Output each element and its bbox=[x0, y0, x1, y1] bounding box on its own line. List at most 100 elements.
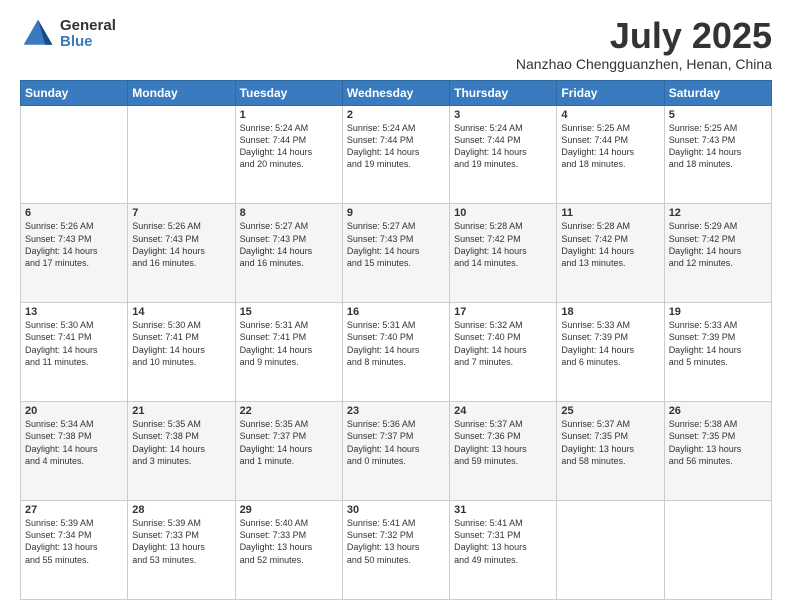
title-block: July 2025 Nanzhao Chengguanzhen, Henan, … bbox=[516, 16, 772, 72]
calendar-header-row: SundayMondayTuesdayWednesdayThursdayFrid… bbox=[21, 80, 772, 105]
cell-info: Sunrise: 5:35 AM Sunset: 7:37 PM Dayligh… bbox=[240, 418, 338, 467]
cell-info: Sunrise: 5:24 AM Sunset: 7:44 PM Dayligh… bbox=[347, 122, 445, 171]
calendar-table: SundayMondayTuesdayWednesdayThursdayFrid… bbox=[20, 80, 772, 600]
calendar-cell: 3Sunrise: 5:24 AM Sunset: 7:44 PM Daylig… bbox=[450, 105, 557, 204]
day-number: 19 bbox=[669, 306, 767, 318]
day-number: 24 bbox=[454, 405, 552, 417]
cell-info: Sunrise: 5:39 AM Sunset: 7:34 PM Dayligh… bbox=[25, 517, 123, 566]
day-number: 18 bbox=[561, 306, 659, 318]
calendar-cell bbox=[557, 501, 664, 600]
calendar-cell: 5Sunrise: 5:25 AM Sunset: 7:43 PM Daylig… bbox=[664, 105, 771, 204]
title-location: Nanzhao Chengguanzhen, Henan, China bbox=[516, 56, 772, 72]
calendar-cell: 31Sunrise: 5:41 AM Sunset: 7:31 PM Dayli… bbox=[450, 501, 557, 600]
day-number: 30 bbox=[347, 504, 445, 516]
day-number: 29 bbox=[240, 504, 338, 516]
cell-info: Sunrise: 5:30 AM Sunset: 7:41 PM Dayligh… bbox=[25, 319, 123, 368]
cell-info: Sunrise: 5:34 AM Sunset: 7:38 PM Dayligh… bbox=[25, 418, 123, 467]
calendar-cell: 23Sunrise: 5:36 AM Sunset: 7:37 PM Dayli… bbox=[342, 402, 449, 501]
day-number: 10 bbox=[454, 207, 552, 219]
calendar-cell: 16Sunrise: 5:31 AM Sunset: 7:40 PM Dayli… bbox=[342, 303, 449, 402]
day-number: 17 bbox=[454, 306, 552, 318]
cell-info: Sunrise: 5:25 AM Sunset: 7:43 PM Dayligh… bbox=[669, 122, 767, 171]
logo: General Blue bbox=[20, 16, 116, 52]
header: General Blue July 2025 Nanzhao Chengguan… bbox=[20, 16, 772, 72]
day-number: 5 bbox=[669, 109, 767, 121]
day-header-wednesday: Wednesday bbox=[342, 80, 449, 105]
cell-info: Sunrise: 5:41 AM Sunset: 7:31 PM Dayligh… bbox=[454, 517, 552, 566]
day-number: 9 bbox=[347, 207, 445, 219]
day-number: 4 bbox=[561, 109, 659, 121]
logo-blue: Blue bbox=[60, 34, 116, 51]
day-number: 2 bbox=[347, 109, 445, 121]
calendar-cell: 27Sunrise: 5:39 AM Sunset: 7:34 PM Dayli… bbox=[21, 501, 128, 600]
day-number: 7 bbox=[132, 207, 230, 219]
calendar-cell bbox=[21, 105, 128, 204]
calendar-cell: 7Sunrise: 5:26 AM Sunset: 7:43 PM Daylig… bbox=[128, 204, 235, 303]
calendar-cell: 9Sunrise: 5:27 AM Sunset: 7:43 PM Daylig… bbox=[342, 204, 449, 303]
cell-info: Sunrise: 5:38 AM Sunset: 7:35 PM Dayligh… bbox=[669, 418, 767, 467]
cell-info: Sunrise: 5:27 AM Sunset: 7:43 PM Dayligh… bbox=[347, 220, 445, 269]
cell-info: Sunrise: 5:29 AM Sunset: 7:42 PM Dayligh… bbox=[669, 220, 767, 269]
title-month: July 2025 bbox=[516, 16, 772, 56]
day-header-monday: Monday bbox=[128, 80, 235, 105]
calendar-cell: 12Sunrise: 5:29 AM Sunset: 7:42 PM Dayli… bbox=[664, 204, 771, 303]
cell-info: Sunrise: 5:28 AM Sunset: 7:42 PM Dayligh… bbox=[561, 220, 659, 269]
cell-info: Sunrise: 5:32 AM Sunset: 7:40 PM Dayligh… bbox=[454, 319, 552, 368]
day-number: 23 bbox=[347, 405, 445, 417]
calendar-row-3: 20Sunrise: 5:34 AM Sunset: 7:38 PM Dayli… bbox=[21, 402, 772, 501]
cell-info: Sunrise: 5:24 AM Sunset: 7:44 PM Dayligh… bbox=[454, 122, 552, 171]
cell-info: Sunrise: 5:33 AM Sunset: 7:39 PM Dayligh… bbox=[669, 319, 767, 368]
cell-info: Sunrise: 5:25 AM Sunset: 7:44 PM Dayligh… bbox=[561, 122, 659, 171]
day-number: 25 bbox=[561, 405, 659, 417]
calendar-cell: 25Sunrise: 5:37 AM Sunset: 7:35 PM Dayli… bbox=[557, 402, 664, 501]
calendar-cell: 20Sunrise: 5:34 AM Sunset: 7:38 PM Dayli… bbox=[21, 402, 128, 501]
cell-info: Sunrise: 5:37 AM Sunset: 7:36 PM Dayligh… bbox=[454, 418, 552, 467]
calendar-row-2: 13Sunrise: 5:30 AM Sunset: 7:41 PM Dayli… bbox=[21, 303, 772, 402]
calendar-cell bbox=[664, 501, 771, 600]
calendar-cell: 29Sunrise: 5:40 AM Sunset: 7:33 PM Dayli… bbox=[235, 501, 342, 600]
calendar-cell: 4Sunrise: 5:25 AM Sunset: 7:44 PM Daylig… bbox=[557, 105, 664, 204]
calendar-cell: 14Sunrise: 5:30 AM Sunset: 7:41 PM Dayli… bbox=[128, 303, 235, 402]
day-number: 26 bbox=[669, 405, 767, 417]
day-header-tuesday: Tuesday bbox=[235, 80, 342, 105]
calendar-cell: 24Sunrise: 5:37 AM Sunset: 7:36 PM Dayli… bbox=[450, 402, 557, 501]
cell-info: Sunrise: 5:33 AM Sunset: 7:39 PM Dayligh… bbox=[561, 319, 659, 368]
cell-info: Sunrise: 5:37 AM Sunset: 7:35 PM Dayligh… bbox=[561, 418, 659, 467]
cell-info: Sunrise: 5:26 AM Sunset: 7:43 PM Dayligh… bbox=[132, 220, 230, 269]
calendar-cell: 18Sunrise: 5:33 AM Sunset: 7:39 PM Dayli… bbox=[557, 303, 664, 402]
calendar-cell: 2Sunrise: 5:24 AM Sunset: 7:44 PM Daylig… bbox=[342, 105, 449, 204]
cell-info: Sunrise: 5:31 AM Sunset: 7:41 PM Dayligh… bbox=[240, 319, 338, 368]
calendar-cell: 17Sunrise: 5:32 AM Sunset: 7:40 PM Dayli… bbox=[450, 303, 557, 402]
day-number: 3 bbox=[454, 109, 552, 121]
cell-info: Sunrise: 5:31 AM Sunset: 7:40 PM Dayligh… bbox=[347, 319, 445, 368]
cell-info: Sunrise: 5:26 AM Sunset: 7:43 PM Dayligh… bbox=[25, 220, 123, 269]
day-number: 31 bbox=[454, 504, 552, 516]
calendar-cell: 30Sunrise: 5:41 AM Sunset: 7:32 PM Dayli… bbox=[342, 501, 449, 600]
cell-info: Sunrise: 5:41 AM Sunset: 7:32 PM Dayligh… bbox=[347, 517, 445, 566]
day-number: 20 bbox=[25, 405, 123, 417]
day-header-saturday: Saturday bbox=[664, 80, 771, 105]
calendar-cell: 26Sunrise: 5:38 AM Sunset: 7:35 PM Dayli… bbox=[664, 402, 771, 501]
page: General Blue July 2025 Nanzhao Chengguan… bbox=[0, 0, 792, 612]
calendar-cell: 11Sunrise: 5:28 AM Sunset: 7:42 PM Dayli… bbox=[557, 204, 664, 303]
day-number: 28 bbox=[132, 504, 230, 516]
cell-info: Sunrise: 5:40 AM Sunset: 7:33 PM Dayligh… bbox=[240, 517, 338, 566]
calendar-cell: 21Sunrise: 5:35 AM Sunset: 7:38 PM Dayli… bbox=[128, 402, 235, 501]
day-header-thursday: Thursday bbox=[450, 80, 557, 105]
day-number: 21 bbox=[132, 405, 230, 417]
logo-text: General Blue bbox=[60, 18, 116, 51]
cell-info: Sunrise: 5:30 AM Sunset: 7:41 PM Dayligh… bbox=[132, 319, 230, 368]
cell-info: Sunrise: 5:36 AM Sunset: 7:37 PM Dayligh… bbox=[347, 418, 445, 467]
cell-info: Sunrise: 5:35 AM Sunset: 7:38 PM Dayligh… bbox=[132, 418, 230, 467]
calendar-cell: 10Sunrise: 5:28 AM Sunset: 7:42 PM Dayli… bbox=[450, 204, 557, 303]
calendar-cell: 22Sunrise: 5:35 AM Sunset: 7:37 PM Dayli… bbox=[235, 402, 342, 501]
day-header-friday: Friday bbox=[557, 80, 664, 105]
cell-info: Sunrise: 5:24 AM Sunset: 7:44 PM Dayligh… bbox=[240, 122, 338, 171]
cell-info: Sunrise: 5:28 AM Sunset: 7:42 PM Dayligh… bbox=[454, 220, 552, 269]
cell-info: Sunrise: 5:27 AM Sunset: 7:43 PM Dayligh… bbox=[240, 220, 338, 269]
day-number: 1 bbox=[240, 109, 338, 121]
day-number: 11 bbox=[561, 207, 659, 219]
calendar-cell: 8Sunrise: 5:27 AM Sunset: 7:43 PM Daylig… bbox=[235, 204, 342, 303]
calendar-row-0: 1Sunrise: 5:24 AM Sunset: 7:44 PM Daylig… bbox=[21, 105, 772, 204]
logo-general: General bbox=[60, 18, 116, 35]
